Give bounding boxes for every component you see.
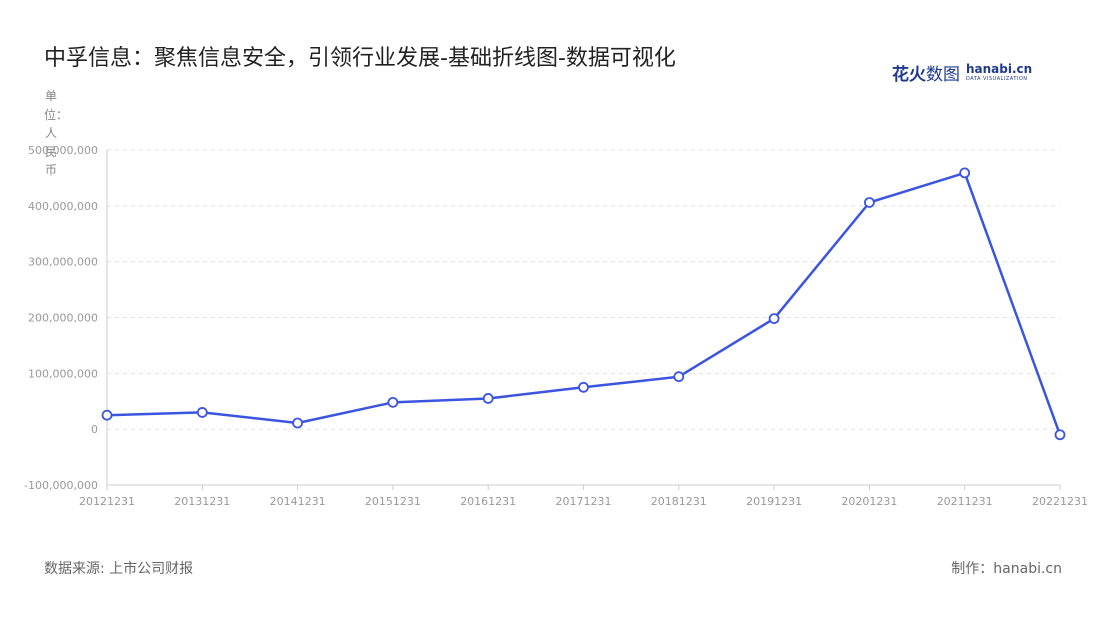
y-tick-label: 0 <box>91 423 98 436</box>
x-tick-label: 20121231 <box>79 495 135 508</box>
line-chart: -100,000,000 0 100,000,000 200,000,000 300,0… <box>24 144 1088 508</box>
data-point <box>482 393 494 404</box>
data-point <box>196 407 208 418</box>
x-tick-label: 20141231 <box>270 495 326 508</box>
axis-layer: -100,000,000 0 100,000,000 200,000,000 300,0… <box>24 144 1088 508</box>
x-tick-label: 20211231 <box>937 495 993 508</box>
x-tick-label: 20131231 <box>174 495 230 508</box>
maker-credit: 制作：hanabi.cn <box>951 561 1062 577</box>
data-point <box>864 197 875 208</box>
y-tick-label: -100,000,000 <box>24 479 98 492</box>
data-point <box>387 396 399 408</box>
y-tick-label: 500,000,000 <box>28 144 98 157</box>
x-tick-label: 20221231 <box>1032 495 1088 508</box>
x-tick-label: 20191231 <box>746 495 802 508</box>
x-tick-label: 20201231 <box>841 495 897 508</box>
x-tick-label: 20171231 <box>556 495 612 508</box>
y-tick-label: 200,000,000 <box>28 312 98 325</box>
series-line <box>106 171 1062 436</box>
x-tick-label: 20161231 <box>460 495 516 508</box>
y-tick-label: 300,000,000 <box>28 256 98 269</box>
x-tick-label: 20181231 <box>651 495 707 508</box>
data-point <box>101 409 113 421</box>
data-point <box>292 417 304 429</box>
data-point <box>959 167 971 179</box>
data-point <box>673 371 685 383</box>
point-layer <box>101 167 1066 441</box>
x-tick-label: 20151231 <box>365 495 421 508</box>
data-point <box>1054 429 1066 441</box>
y-tick-label: 400,000,000 <box>28 200 98 213</box>
data-point <box>768 313 780 325</box>
data-point <box>578 381 589 393</box>
y-tick-label: 100,000,000 <box>28 367 98 380</box>
data-source-note: 数据来源: 上市公司财报 <box>44 561 194 577</box>
series-layer <box>106 171 1062 436</box>
